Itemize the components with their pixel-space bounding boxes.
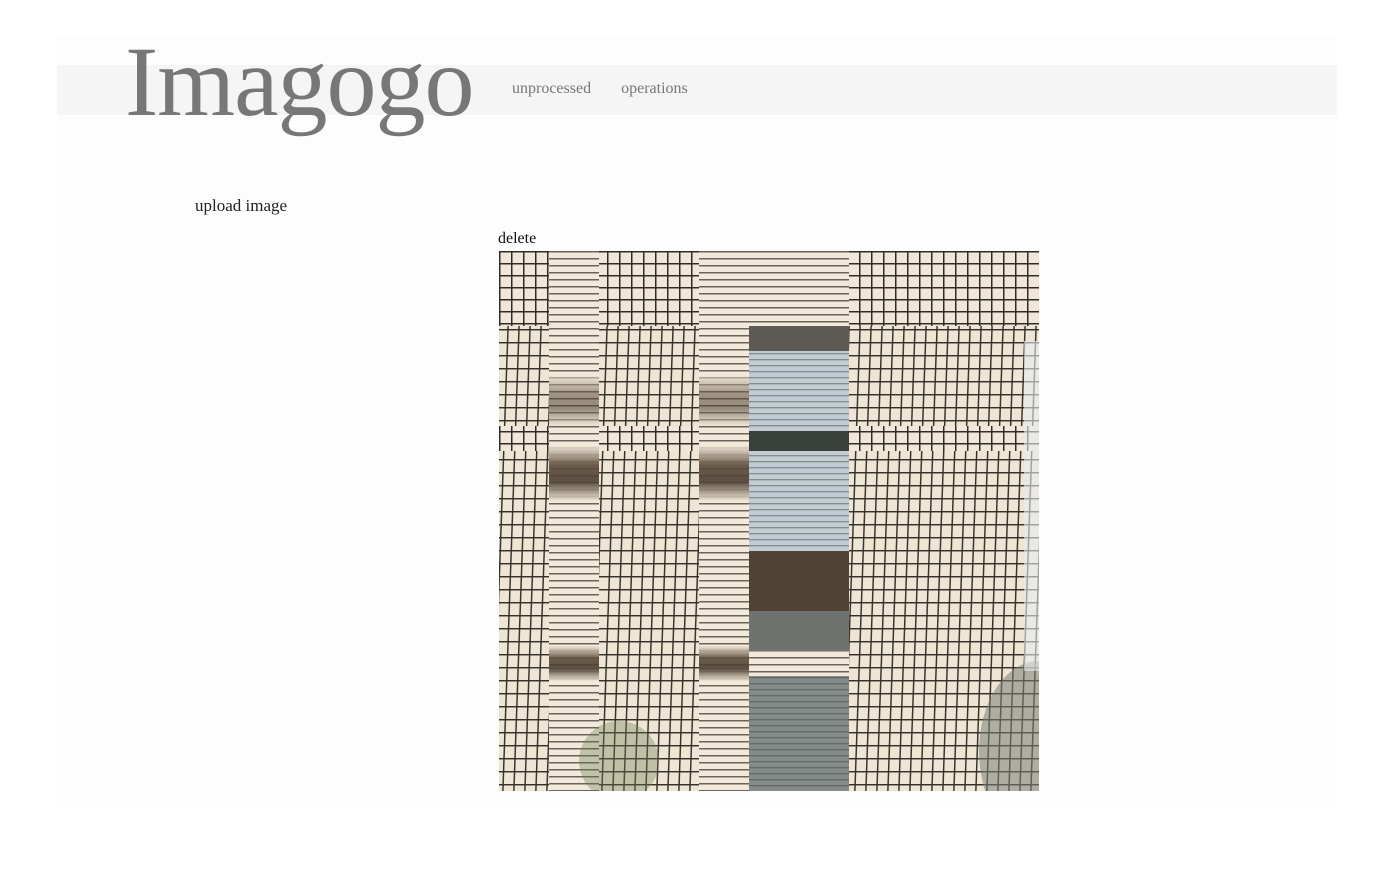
processed-image-graphic	[499, 251, 1039, 791]
processed-image	[499, 251, 1039, 791]
nav-operations[interactable]: operations	[621, 80, 688, 98]
nav-unprocessed[interactable]: unprocessed	[512, 80, 591, 98]
upload-image-link[interactable]: upload image	[195, 196, 287, 216]
main-nav: unprocessed operations	[512, 80, 688, 98]
delete-link[interactable]: delete	[498, 230, 536, 248]
site-logo[interactable]: Imagogo	[125, 22, 474, 142]
